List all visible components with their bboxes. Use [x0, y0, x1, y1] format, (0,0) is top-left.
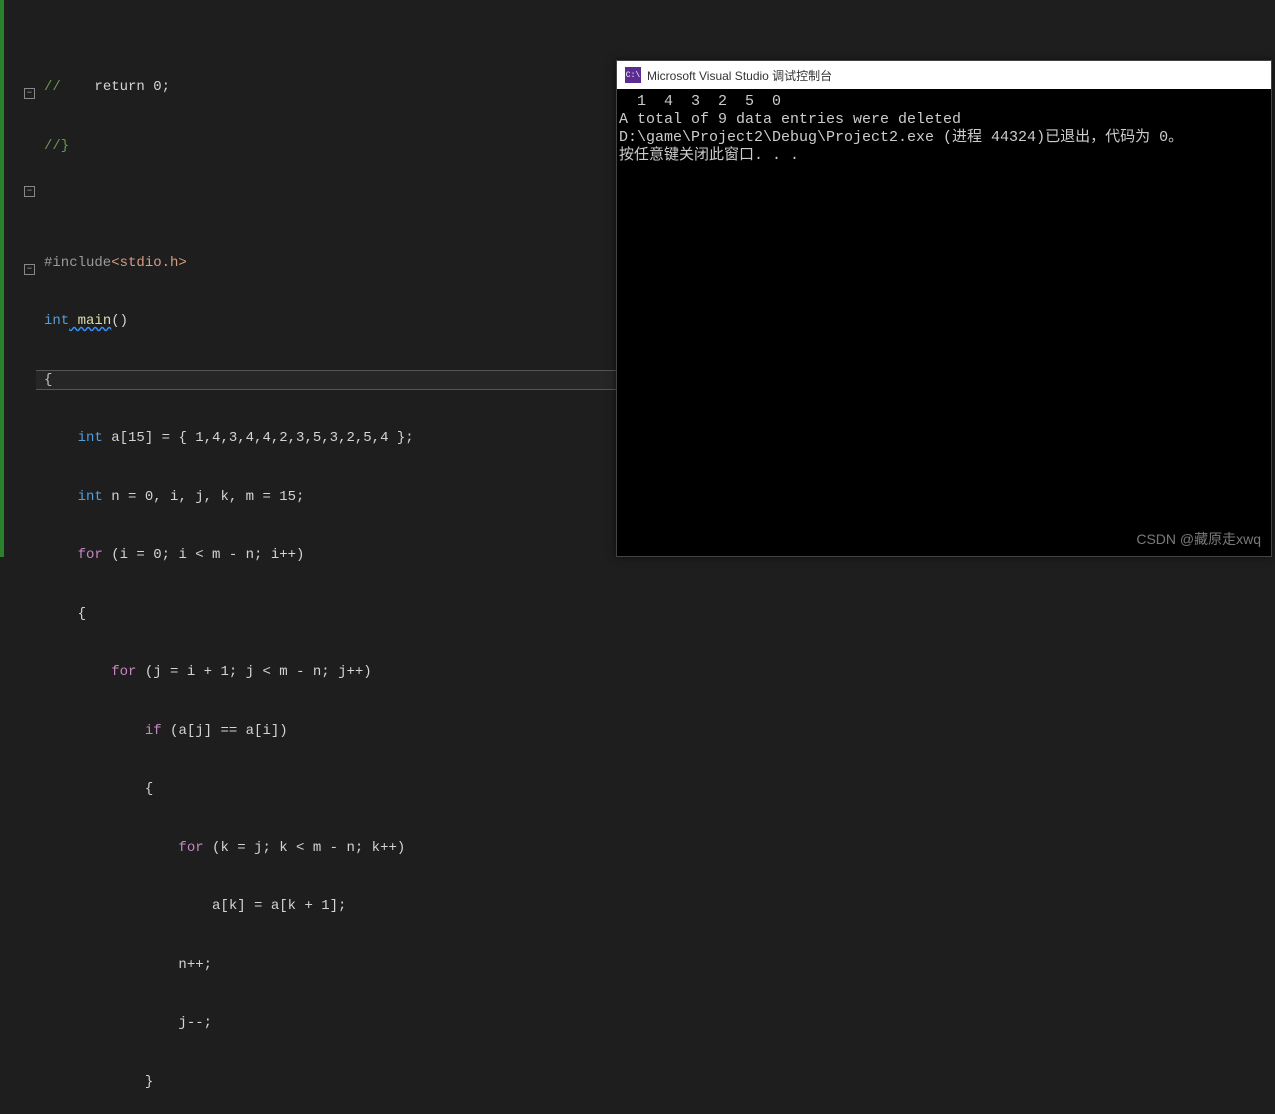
- code-line: {: [44, 371, 616, 391]
- code-line: for (j = i + 1; j < m - n; j++): [44, 663, 616, 683]
- console-line: 按任意键关闭此窗口. . .: [619, 147, 1269, 165]
- fold-icon[interactable]: −: [24, 264, 35, 275]
- code-line: for (k = j; k < m - n; k++): [44, 839, 616, 859]
- code-line: a[k] = a[k + 1];: [44, 897, 616, 917]
- fold-icon[interactable]: −: [24, 88, 35, 99]
- debug-console-window[interactable]: C:\ Microsoft Visual Studio 调试控制台 1 4 3 …: [616, 60, 1272, 557]
- code-line: {: [44, 605, 616, 625]
- code-line: if (a[j] == a[i]): [44, 722, 616, 742]
- code-line: int a[15] = { 1,4,3,4,4,2,3,5,3,2,5,4 };: [44, 429, 616, 449]
- console-line: A total of 9 data entries were deleted: [619, 111, 1269, 129]
- code-line: int n = 0, i, j, k, m = 15;: [44, 488, 616, 508]
- code-line: #include<stdio.h>: [44, 254, 616, 274]
- code-line: int main(): [44, 312, 616, 332]
- fold-icon[interactable]: −: [24, 186, 35, 197]
- code-line: j--;: [44, 1014, 616, 1034]
- code-area[interactable]: // return 0; //} #include<stdio.h> int m…: [36, 0, 616, 557]
- console-output: 1 4 3 2 5 0A total of 9 data entries wer…: [617, 89, 1271, 169]
- editor-gutter: − − −: [0, 0, 36, 557]
- code-editor[interactable]: − − − // return 0; //} #include<stdio.h>…: [0, 0, 616, 557]
- console-title: Microsoft Visual Studio 调试控制台: [647, 67, 832, 84]
- vs-console-icon: C:\: [625, 67, 641, 83]
- console-line: D:\game\Project2\Debug\Project2.exe (进程 …: [619, 129, 1269, 147]
- console-titlebar[interactable]: C:\ Microsoft Visual Studio 调试控制台: [617, 61, 1271, 89]
- code-line: [44, 195, 616, 215]
- code-line: for (i = 0; i < m - n; i++): [44, 546, 616, 566]
- code-line: n++;: [44, 956, 616, 976]
- code-line: // return 0;: [44, 78, 616, 98]
- console-line: 1 4 3 2 5 0: [619, 93, 1269, 111]
- code-line: }: [44, 1073, 616, 1093]
- code-line: //}: [44, 137, 616, 157]
- code-line: {: [44, 780, 616, 800]
